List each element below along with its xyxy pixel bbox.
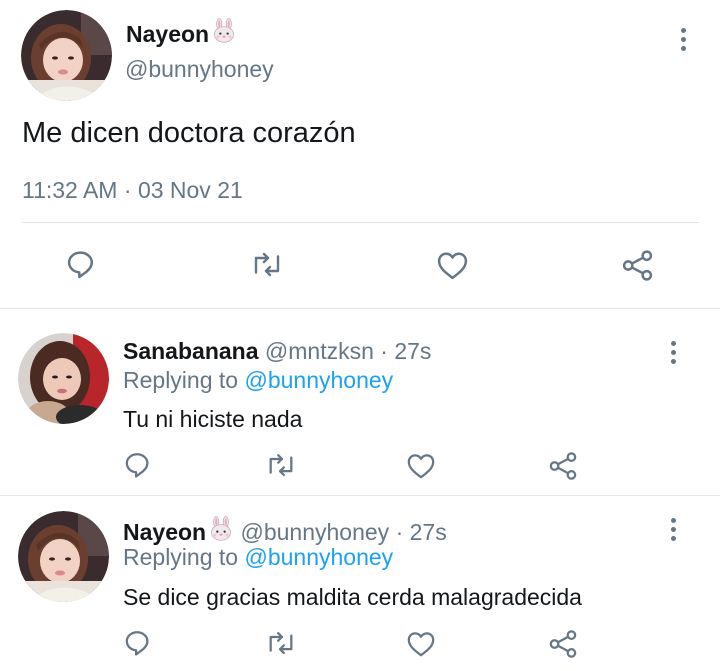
more-options-icon[interactable] <box>678 28 688 51</box>
main-tweet: Nayeon @bunnyhoney Me dicen doctora cora… <box>0 0 720 309</box>
author-handle[interactable]: @bunnyhoney <box>240 519 389 545</box>
like-icon[interactable] <box>406 629 436 659</box>
reply-header: Nayeon @bunnyhoney · 27s <box>123 515 447 546</box>
author-handle[interactable]: @mntzksn <box>265 338 374 364</box>
author-name[interactable]: Nayeon <box>126 17 237 48</box>
avatar[interactable] <box>18 333 109 424</box>
author-handle[interactable]: @bunnyhoney <box>125 56 274 83</box>
meta-separator: · <box>380 338 388 364</box>
replying-handle[interactable]: @bunnyhoney <box>244 367 393 393</box>
tweet-timestamp[interactable]: 11:32 AM · 03 Nov 21 <box>22 177 243 204</box>
tweet-date: 03 Nov 21 <box>137 177 243 203</box>
avatar[interactable] <box>21 10 112 101</box>
tweet-time: 11:32 AM <box>22 177 118 203</box>
rabbit-face-icon <box>211 516 232 541</box>
avatar[interactable] <box>18 511 109 602</box>
reply-icon[interactable] <box>124 451 154 481</box>
share-icon[interactable] <box>621 249 654 282</box>
reply-header: Sanabanana @mntzksn · 27s <box>123 338 431 365</box>
tweet-text: Me dicen doctora corazón <box>22 117 356 149</box>
replying-to: Replying to @bunnyhoney <box>123 544 393 571</box>
author-name[interactable]: Nayeon <box>123 519 206 545</box>
replying-to: Replying to @bunnyhoney <box>123 367 393 394</box>
replying-prefix: Replying to <box>123 367 239 393</box>
meta-separator: · <box>395 519 404 545</box>
replying-prefix: Replying to <box>123 544 239 570</box>
retweet-icon[interactable] <box>249 249 285 282</box>
reply-tweet: Nayeon @bunnyhoney · 27s Replying to @bu… <box>0 496 720 671</box>
share-icon[interactable] <box>548 451 578 481</box>
meta-separator: · <box>123 177 132 203</box>
tweet-text: Se dice gracias maldita cerda malagradec… <box>123 584 582 610</box>
tweet-text: Tu ni hiciste nada <box>123 406 303 432</box>
like-icon[interactable] <box>436 249 469 282</box>
retweet-icon[interactable] <box>264 451 298 481</box>
rabbit-face-icon <box>214 17 235 43</box>
reply-tweet: Sanabanana @mntzksn · 27s Replying to @b… <box>0 309 720 496</box>
author-name[interactable]: Sanabanana <box>123 338 259 364</box>
tweet-time[interactable]: 27s <box>410 519 447 545</box>
share-icon[interactable] <box>548 629 578 659</box>
reply-icon[interactable] <box>124 629 154 659</box>
replying-handle[interactable]: @bunnyhoney <box>244 544 393 570</box>
divider <box>22 222 699 223</box>
reply-icon[interactable] <box>66 249 99 282</box>
more-options-icon[interactable] <box>668 518 678 541</box>
tweet-time[interactable]: 27s <box>394 338 431 364</box>
like-icon[interactable] <box>406 451 436 481</box>
retweet-icon[interactable] <box>264 629 298 659</box>
more-options-icon[interactable] <box>668 341 678 364</box>
